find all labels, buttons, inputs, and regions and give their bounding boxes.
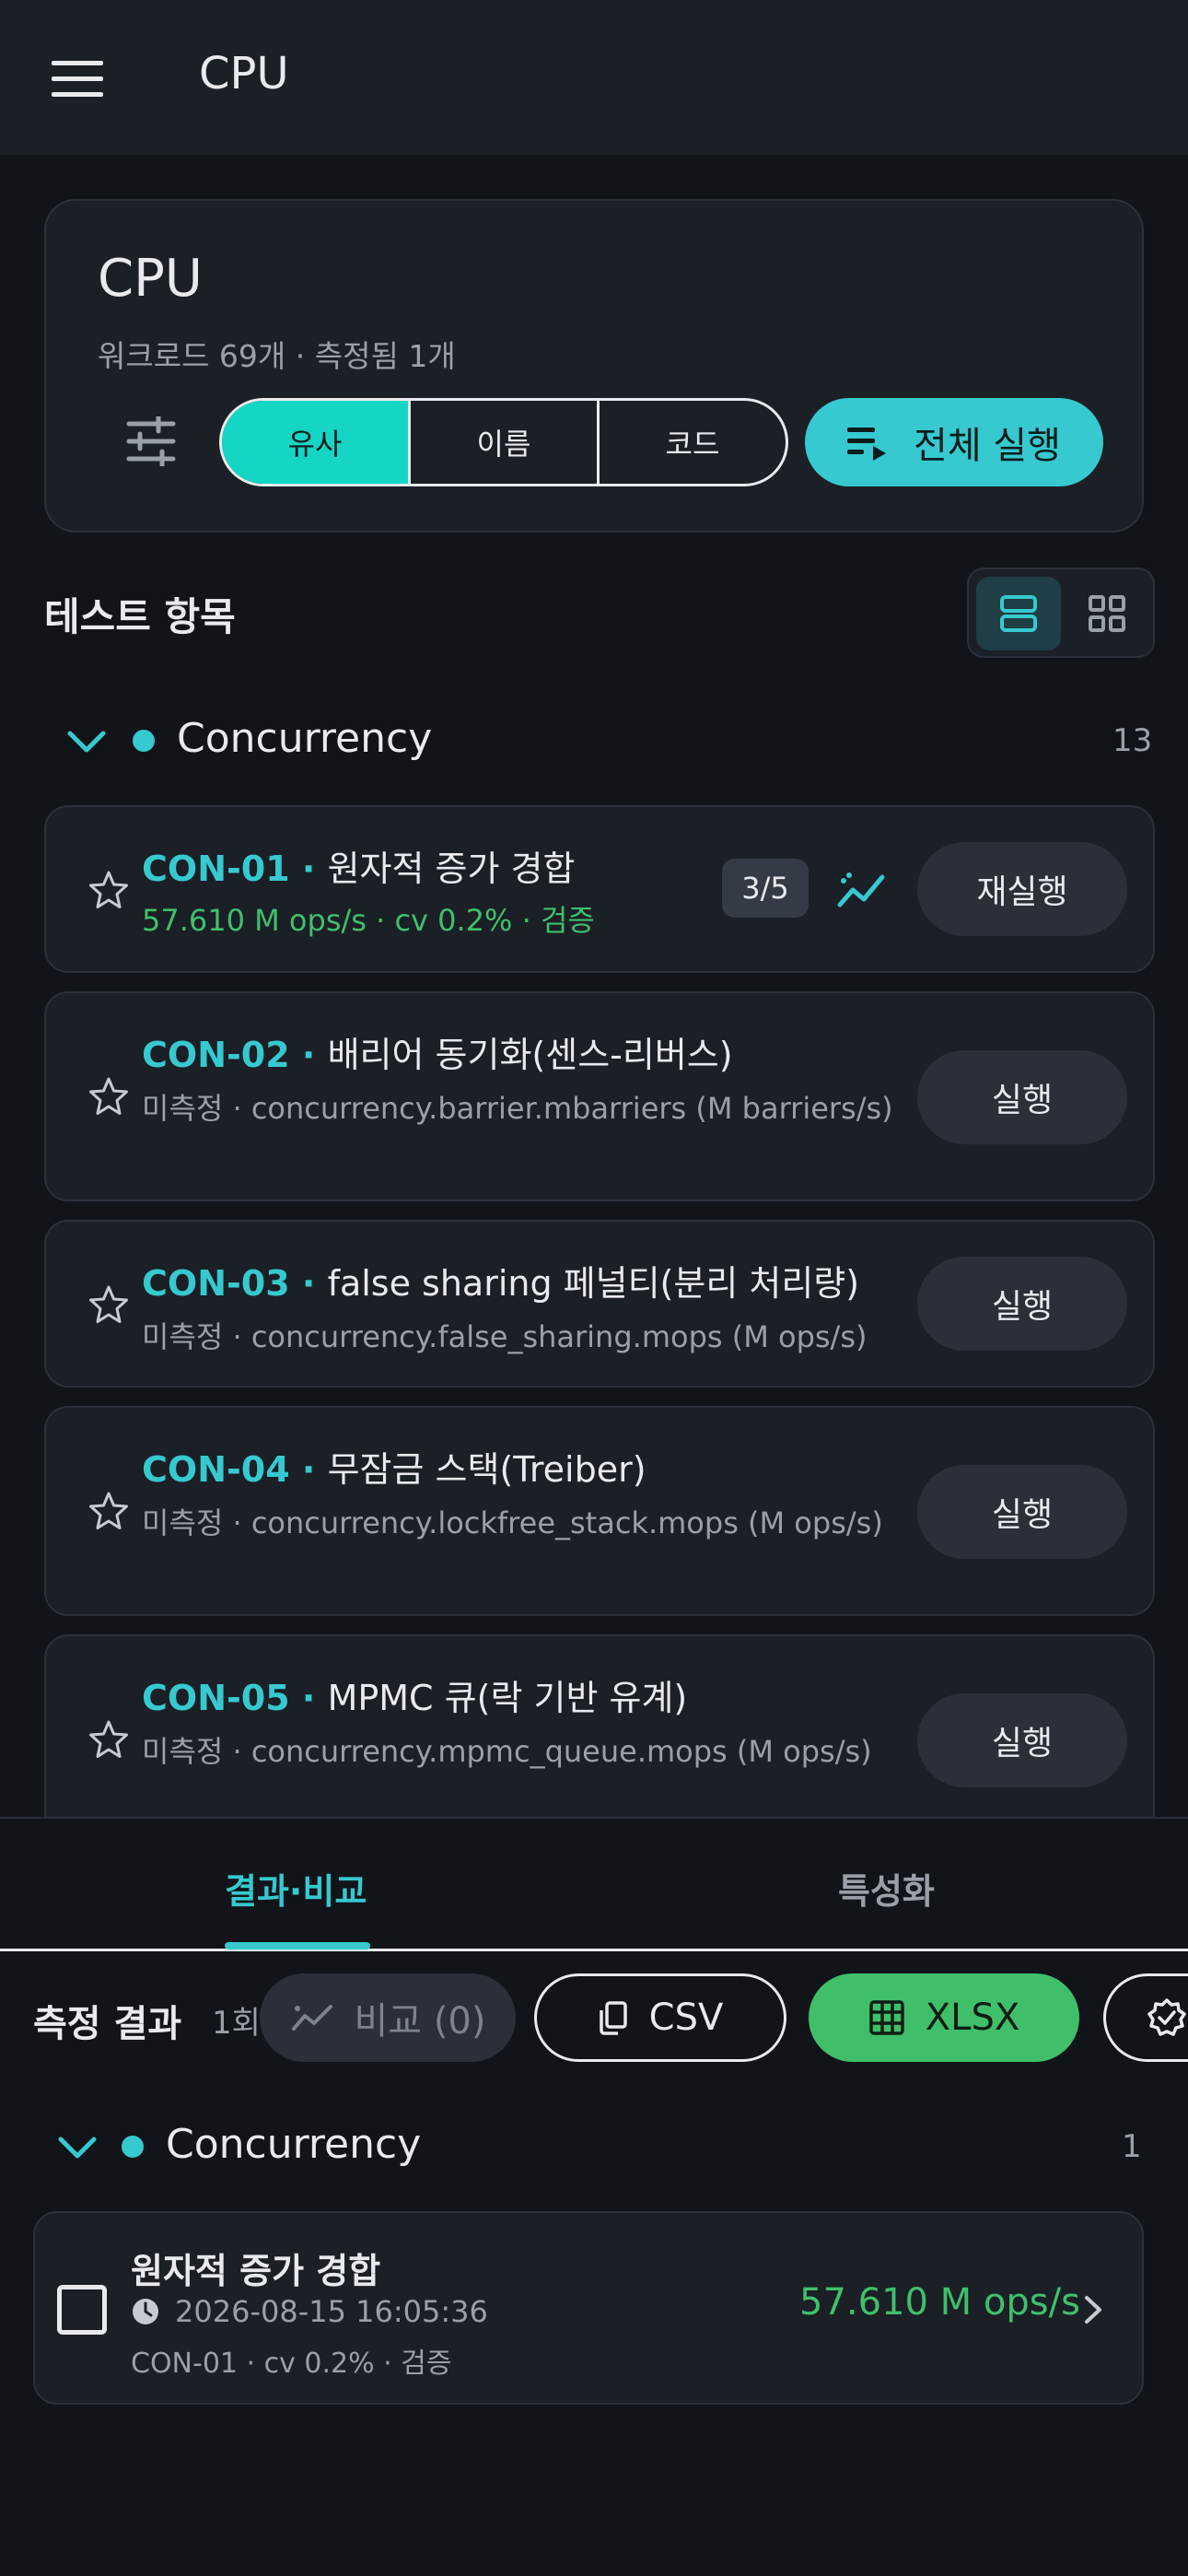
test-name: 무잠금 스택(Treiber) — [327, 1449, 646, 1490]
run-button[interactable]: 실행 — [917, 1693, 1127, 1787]
app-title: CPU — [199, 48, 289, 100]
star-icon[interactable] — [88, 1284, 129, 1325]
group-status-dot — [133, 730, 155, 752]
export-csv-button[interactable]: CSV — [534, 1973, 786, 2062]
group-name: Concurrency — [177, 715, 433, 762]
verify-button[interactable] — [1103, 1973, 1188, 2062]
grid-view-button[interactable] — [1065, 577, 1149, 650]
app-bar: CPU — [0, 0, 1188, 155]
compare-label: 비교 (0) — [354, 2000, 486, 2043]
test-title: CON-03 · false sharing 페널티(분리 처리량) — [142, 1263, 860, 1304]
tab-results-compare[interactable]: 결과·비교 — [225, 1863, 367, 1914]
test-code: CON-04 — [142, 1449, 290, 1490]
test-status: 미측정 · concurrency.barrier.mbarriers (M b… — [142, 1091, 893, 1126]
sort-segmented-control: 유사 이름 코드 — [219, 398, 788, 486]
test-card[interactable]: CON-01 · 원자적 증가 경합 57.610 M ops/s · cv 0… — [44, 805, 1155, 973]
list-view-button[interactable] — [976, 577, 1061, 650]
view-toggle — [967, 568, 1155, 658]
summary-title: CPU — [98, 249, 203, 309]
run-progress-badge: 3/5 — [722, 859, 809, 918]
test-status: 미측정 · concurrency.mpmc_queue.mops (M ops… — [142, 1734, 872, 1769]
test-title: CON-02 · 배리어 동기화(센스-리버스) — [142, 1035, 733, 1075]
results-count: 1회 — [212, 2005, 261, 2042]
filter-sliders-icon[interactable] — [125, 416, 177, 466]
table-grid-icon — [869, 2000, 904, 2035]
result-group-count: 1 — [1122, 2128, 1142, 2165]
result-group-header[interactable]: Concurrency 1 — [0, 2110, 1188, 2184]
result-timestamp: 2026-08-15 16:05:36 — [175, 2294, 488, 2329]
test-title: CON-04 · 무잠금 스택(Treiber) — [142, 1449, 646, 1490]
verified-badge-icon — [1147, 1998, 1186, 2036]
test-code: CON-01 — [142, 849, 290, 889]
test-card[interactable]: CON-05 · MPMC 큐(락 기반 유계) 미측정 · concurren… — [44, 1634, 1155, 1844]
grid-view-icon — [1089, 595, 1125, 632]
test-code: CON-02 — [142, 1035, 290, 1075]
test-status: 미측정 · concurrency.false_sharing.mops (M … — [142, 1319, 868, 1354]
result-card[interactable]: 원자적 증가 경합 2026-08-15 16:05:36 CON-01 · c… — [33, 2211, 1144, 2405]
export-xlsx-button[interactable]: XLSX — [809, 1973, 1079, 2062]
tests-section-title: 테스트 항목 — [44, 594, 236, 639]
compare-trend-icon — [291, 2005, 332, 2031]
run-button[interactable]: 실행 — [917, 1050, 1127, 1144]
hamburger-menu-icon[interactable] — [52, 61, 103, 98]
chevron-down-icon — [58, 2137, 97, 2159]
test-name: false sharing 페널티(분리 처리량) — [327, 1263, 860, 1304]
test-name: 배리어 동기화(센스-리버스) — [327, 1035, 733, 1075]
rerun-button[interactable]: 재실행 — [917, 842, 1127, 936]
test-name: MPMC 큐(락 기반 유계) — [327, 1678, 688, 1718]
star-icon[interactable] — [88, 1076, 129, 1117]
results-title: 측정 결과 — [33, 2003, 182, 2045]
trend-chart-icon[interactable] — [836, 870, 888, 910]
run-all-button[interactable]: 전체 실행 — [805, 398, 1103, 486]
bottom-tab-bar: 결과·비교 특성화 — [0, 1817, 1188, 1951]
result-select-checkbox[interactable] — [57, 2285, 107, 2335]
star-icon[interactable] — [88, 870, 129, 910]
chevron-right-icon[interactable] — [1083, 2294, 1105, 2325]
chevron-down-icon — [67, 731, 106, 753]
list-view-icon — [1000, 595, 1037, 632]
test-title: CON-05 · MPMC 큐(락 기반 유계) — [142, 1678, 688, 1718]
test-card[interactable]: CON-04 · 무잠금 스택(Treiber) 미측정 · concurren… — [44, 1406, 1155, 1616]
tab-characterization[interactable]: 특성화 — [838, 1863, 935, 1914]
run-button[interactable]: 실행 — [917, 1465, 1127, 1559]
test-name: 원자적 증가 경합 — [327, 849, 576, 889]
group-status-dot — [122, 2136, 144, 2158]
compare-button[interactable]: 비교 (0) — [260, 1973, 516, 2062]
test-card[interactable]: CON-02 · 배리어 동기화(센스-리버스) 미측정 · concurren… — [44, 991, 1155, 1201]
test-group-header[interactable]: Concurrency 13 — [0, 704, 1188, 778]
summary-subtitle: 워크로드 69개 · 측정됨 1개 — [98, 338, 456, 374]
group-count: 13 — [1112, 722, 1153, 759]
summary-card: CPU 워크로드 69개 · 측정됨 1개 유사 이름 코드 전체 실행 — [44, 199, 1144, 533]
run-all-label: 전체 실행 — [914, 425, 1061, 467]
clock-icon — [133, 2299, 158, 2324]
test-status: 미측정 · concurrency.lockfree_stack.mops (M… — [142, 1505, 883, 1540]
star-icon[interactable] — [88, 1719, 129, 1760]
test-code: CON-03 — [142, 1263, 290, 1304]
test-card[interactable]: CON-03 · false sharing 페널티(분리 처리량) 미측정 ·… — [44, 1220, 1155, 1388]
result-meta: CON-01 · cv 0.2% · 검증 — [131, 2348, 452, 2380]
run-button[interactable]: 실행 — [917, 1257, 1127, 1351]
xlsx-label: XLSX — [925, 1996, 1020, 2039]
test-title: CON-01 · 원자적 증가 경합 — [142, 849, 576, 889]
sort-similar-option[interactable]: 유사 — [222, 401, 411, 484]
sort-code-option[interactable]: 코드 — [600, 401, 786, 484]
result-name: 원자적 증가 경합 — [131, 2251, 381, 2291]
test-code: CON-05 — [142, 1678, 290, 1718]
csv-label: CSV — [648, 1996, 724, 2039]
sort-name-option[interactable]: 이름 — [411, 401, 600, 484]
copy-document-icon — [599, 2001, 627, 2035]
active-tab-indicator — [225, 1942, 370, 1950]
result-value: 57.610 M ops/s — [799, 2281, 1080, 2324]
result-timestamp-row: 2026-08-15 16:05:36 — [131, 2294, 488, 2329]
result-group-name: Concurrency — [166, 2121, 422, 2168]
star-icon[interactable] — [88, 1491, 129, 1531]
playlist-play-icon — [847, 427, 887, 461]
